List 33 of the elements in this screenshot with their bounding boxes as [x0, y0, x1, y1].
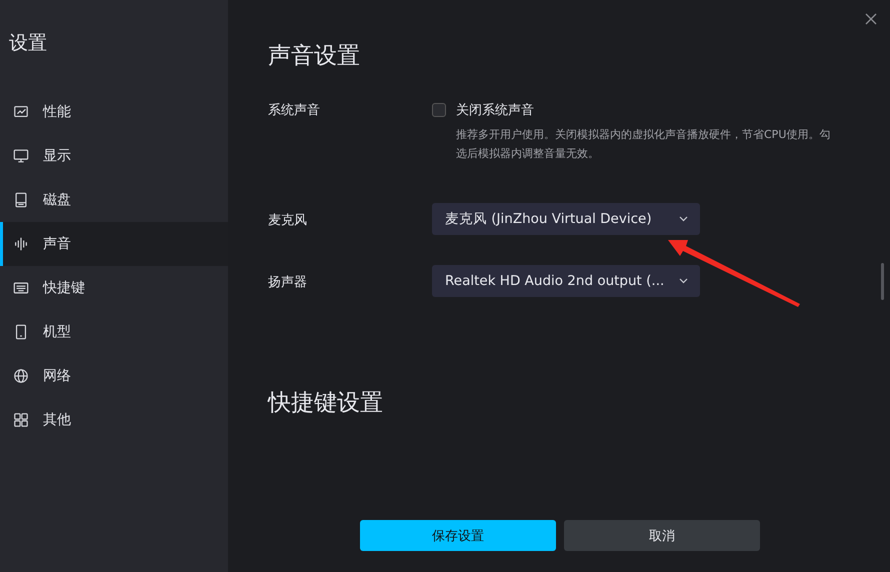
keyboard-icon — [13, 280, 29, 296]
sidebar-item[interactable]: 其他 — [0, 398, 228, 442]
sound-wave-icon — [13, 236, 29, 252]
cancel-button[interactable]: 取消 — [564, 520, 760, 551]
setting-label: 扬声器 — [268, 274, 308, 292]
scrollbar-thumb[interactable] — [881, 263, 884, 300]
setting-label: 麦克风 — [268, 212, 308, 230]
phone-icon — [13, 324, 29, 340]
section-heading: 声音设置 — [268, 42, 361, 71]
sidebar-item[interactable]: 快捷键 — [0, 266, 228, 310]
drive-icon — [13, 192, 29, 208]
sidebar-item[interactable]: 机型 — [0, 310, 228, 354]
globe-icon — [13, 368, 29, 384]
hint-text: 推荐多开用户使用。关闭模拟器内的虚拟化声音播放硬件，节省CPU使用。勾选后模拟器内调整音量无效。 — [456, 127, 832, 162]
grid-icon — [13, 412, 29, 428]
section-heading: 快捷键设置 — [268, 389, 384, 418]
sidebar-item[interactable]: 显示 — [0, 134, 228, 178]
sidebar-item[interactable]: 性能 — [0, 90, 228, 134]
checkbox[interactable] — [432, 103, 446, 117]
dropdown[interactable]: 麦克风 (JinZhou Virtual Device) — [432, 203, 700, 235]
sidebar-item[interactable]: 网络 — [0, 354, 228, 398]
chevron-down-icon — [679, 216, 688, 222]
checkbox-label: 关闭系统声音 — [456, 102, 534, 119]
chevron-down-icon — [679, 278, 688, 284]
close-icon[interactable] — [865, 13, 877, 25]
chart-icon — [13, 104, 29, 120]
dropdown[interactable]: Realtek HD Audio 2nd output (... — [432, 265, 700, 297]
monitor-icon — [13, 148, 29, 164]
save-button[interactable]: 保存设置 — [360, 520, 556, 551]
sidebar-item[interactable]: 磁盘 — [0, 178, 228, 222]
setting-label: 系统声音 — [268, 102, 321, 120]
sidebar-item[interactable]: 声音 — [0, 222, 228, 266]
sidebar-title: 设置 — [8, 31, 48, 56]
